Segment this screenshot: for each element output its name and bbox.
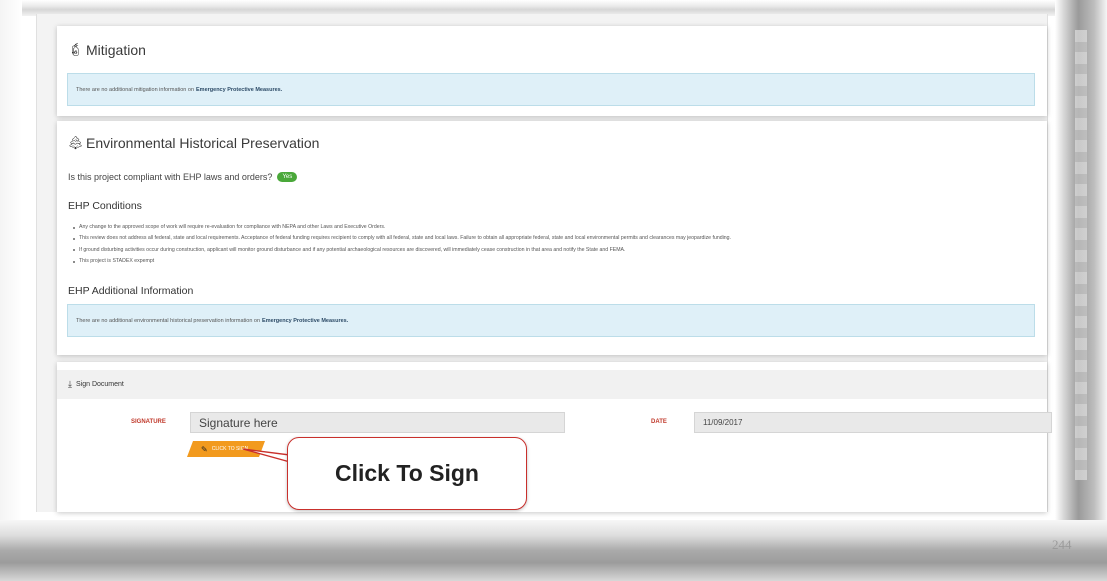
callout-arrow-pointer — [242, 448, 291, 463]
callout-arrow — [242, 448, 291, 463]
click-to-sign-callout: Click To Sign — [287, 437, 527, 510]
